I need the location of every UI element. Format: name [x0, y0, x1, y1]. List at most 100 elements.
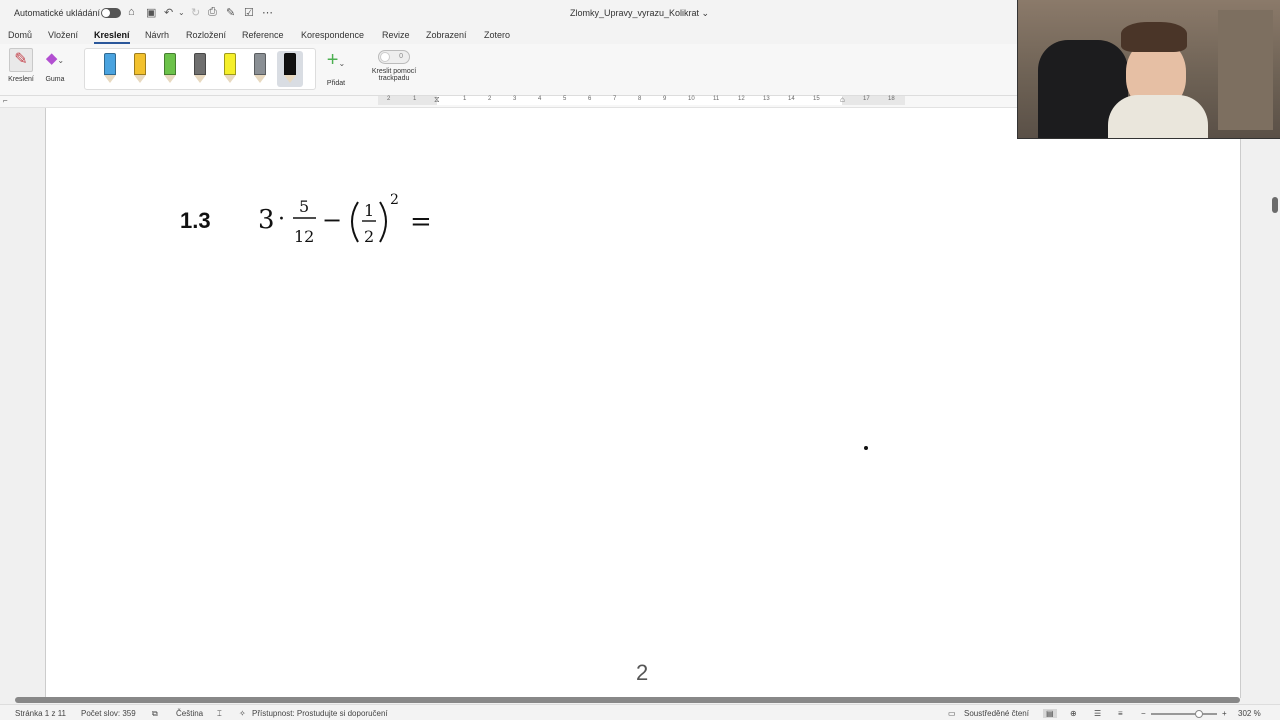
pen-tray: [84, 48, 316, 90]
accessibility-icon: ✧: [239, 709, 246, 718]
tab-rozlozeni[interactable]: Rozložení: [186, 30, 226, 40]
ruler-number: 9: [663, 96, 667, 102]
trackpad-label-line2: trackpadu: [378, 75, 410, 82]
ruler-number: 3: [513, 96, 517, 102]
left-indent-marker-icon[interactable]: ⧖: [434, 95, 440, 105]
proofing-icon[interactable]: ⧉: [152, 709, 158, 719]
pen-green[interactable]: [163, 53, 177, 87]
draft-view-icon[interactable]: ≡: [1118, 709, 1123, 718]
ruler-number: 17: [863, 96, 870, 102]
right-indent-marker-icon[interactable]: ⌂: [840, 95, 845, 104]
more-icon[interactable]: ⋯: [262, 6, 273, 19]
tab-revize[interactable]: Revize: [382, 30, 410, 40]
math-frac2-denominator: 2: [364, 227, 374, 246]
ruler-number: 2: [387, 96, 391, 102]
eraser-tool-label: Guma: [45, 76, 65, 83]
pen-blue[interactable]: [103, 53, 117, 87]
ruler-number: 6: [588, 96, 592, 102]
vertical-scroll-thumb[interactable]: [1272, 197, 1278, 213]
zoom-level[interactable]: 302 %: [1238, 709, 1261, 718]
zoom-slider[interactable]: [1151, 713, 1217, 715]
autosave-label: Automatické ukládání: [14, 8, 101, 18]
ruler-number: 18: [888, 96, 895, 102]
tab-reference[interactable]: Reference: [242, 30, 284, 40]
ruler-number: 12: [738, 96, 745, 102]
math-frac1-numerator: 5: [299, 197, 309, 216]
math-dot: ·: [278, 207, 285, 232]
redo-icon[interactable]: ↻: [191, 6, 200, 19]
ruler-number: 7: [613, 96, 617, 102]
ruler-number: 2: [488, 96, 492, 102]
accessibility-status[interactable]: Přístupnost: Prostudujte si doporučení: [252, 709, 388, 718]
tab-navrh[interactable]: Návrh: [145, 30, 169, 40]
ruler-number: 5: [563, 96, 567, 102]
trackpad-toggle-value: 0: [399, 53, 403, 60]
form-icon[interactable]: ☑: [244, 6, 254, 19]
autosave-toggle[interactable]: [101, 8, 121, 18]
math-coefficient: 3: [258, 205, 275, 235]
ruler-number: 4: [538, 96, 542, 102]
add-pen-label: Přidat: [326, 80, 346, 87]
focus-icon: ▭: [948, 709, 956, 718]
pen-black-selected[interactable]: [277, 51, 303, 87]
ruler-number: 1: [463, 96, 467, 102]
ruler-number: 11: [713, 96, 720, 102]
zoom-slider-knob[interactable]: [1195, 710, 1203, 718]
ruler-number: 14: [788, 96, 795, 102]
draw-pen-icon: ✎: [9, 48, 33, 72]
math-frac1-denominator: 12: [294, 227, 314, 246]
tab-korespondence[interactable]: Korespondence: [301, 30, 364, 40]
person-shirt: [1108, 95, 1208, 138]
horizontal-scrollbar[interactable]: [15, 697, 1240, 703]
pen-gray[interactable]: [193, 53, 207, 87]
document-page[interactable]: [45, 108, 1241, 698]
outline-view-icon[interactable]: ☰: [1094, 709, 1101, 718]
undo-icon[interactable]: ↶: [164, 6, 173, 19]
tab-zotero[interactable]: Zotero: [484, 30, 510, 40]
text-predictions-icon[interactable]: ⌶: [217, 709, 222, 719]
math-frac2-numerator: 1: [364, 201, 374, 220]
home-icon[interactable]: ⌂: [128, 6, 135, 18]
highlighter-yellow[interactable]: [223, 53, 237, 87]
ruler-number: 1: [413, 96, 417, 102]
save-icon[interactable]: ▣: [146, 6, 156, 19]
tab-stop-icon[interactable]: ⌐: [3, 96, 8, 105]
tab-kresleni[interactable]: Kreslení: [94, 30, 130, 44]
ruler-number: 15: [813, 96, 820, 102]
draw-tool-button[interactable]: ✎ Kreslení: [6, 48, 36, 83]
pen-yellow[interactable]: [133, 53, 147, 87]
math-exponent: 2: [390, 192, 399, 208]
web-layout-icon[interactable]: ⊕: [1070, 709, 1077, 718]
document-title[interactable]: Zlomky_Upravy_vyrazu_Kolikrat ⌄: [570, 8, 709, 19]
add-pen-button[interactable]: +⌄ Přidat: [320, 50, 352, 87]
focus-mode-button[interactable]: Soustředěné čtení: [964, 709, 1029, 718]
trackpad-label-line1: Kreslit pomocí: [371, 68, 417, 75]
print-icon[interactable]: ⎙: [208, 6, 217, 19]
language-indicator[interactable]: Čeština: [176, 709, 203, 718]
tab-vlozeni[interactable]: Vložení: [48, 30, 78, 40]
trackpad-toggle[interactable]: 0: [378, 50, 410, 64]
undo-dropdown-icon[interactable]: ⌄: [178, 8, 185, 17]
math-expression: 3 · 5 12 − 1 2 2 =: [258, 188, 438, 248]
ruler-number: 8: [638, 96, 642, 102]
print-layout-icon[interactable]: ▤: [1043, 709, 1057, 718]
left-paren: [351, 201, 359, 243]
pen-icon[interactable]: ✎: [226, 6, 235, 19]
ruler-number: 10: [688, 96, 695, 102]
word-count[interactable]: Počet slov: 359: [81, 709, 136, 718]
person-hair: [1121, 22, 1187, 52]
status-bar: Stránka 1 z 11 Počet slov: 359 ⧉ Čeština…: [0, 704, 1280, 720]
tab-domu[interactable]: Domů: [8, 30, 32, 40]
tab-zobrazeni[interactable]: Zobrazení: [426, 30, 467, 40]
eraser-tool-button[interactable]: ◆⌄ Guma: [40, 48, 70, 83]
document-area[interactable]: [0, 108, 1280, 698]
draw-tool-label: Kreslení: [8, 76, 34, 83]
pen-silver[interactable]: [253, 53, 267, 87]
page-indicator[interactable]: Stránka 1 z 11: [15, 709, 66, 718]
math-minus: −: [322, 206, 342, 234]
ruler-number: 13: [763, 96, 770, 102]
background-shelf: [1218, 10, 1273, 130]
zoom-out-icon[interactable]: −: [1141, 709, 1146, 718]
stray-ink-dot: [864, 446, 868, 450]
zoom-in-icon[interactable]: +: [1222, 709, 1227, 718]
